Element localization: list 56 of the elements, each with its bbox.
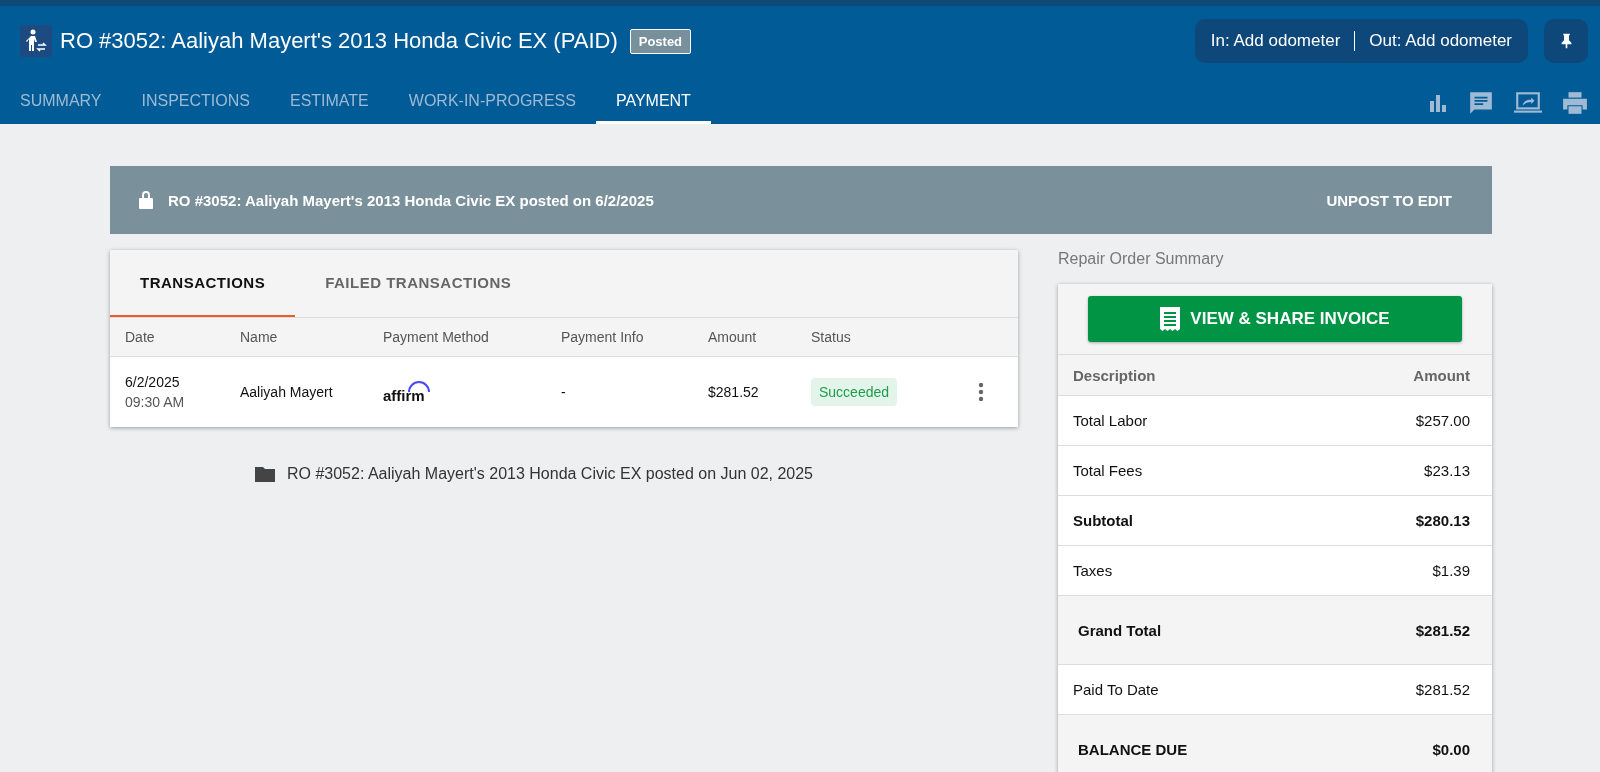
column-header: Amount xyxy=(708,329,758,345)
summary-label: Subtotal xyxy=(1073,512,1133,529)
chat-icon[interactable] xyxy=(1468,90,1494,116)
odometer-in-text: In: Add odometer xyxy=(1210,31,1341,51)
receipt-icon xyxy=(1160,307,1181,331)
person-walking-icon xyxy=(20,25,52,57)
summary-amount: $281.52 xyxy=(1415,681,1470,698)
repair-order-title: RO #3052: Aaliyah Mayert's 2013 Honda Civic EX (PAID) xyxy=(60,28,618,54)
summary-label: BALANCE DUE xyxy=(1078,740,1188,758)
summary-label: Total Fees xyxy=(1073,462,1143,479)
summary-amount: $0.00 xyxy=(1432,740,1470,758)
summary-title: Repair Order Summary xyxy=(1058,250,1225,268)
column-header: Payment Method xyxy=(383,329,490,345)
more-options-icon[interactable] xyxy=(978,382,984,402)
folder-icon xyxy=(254,466,275,482)
nav-tab[interactable]: WORK-IN-PROGRESS xyxy=(388,80,596,124)
posted-message: RO #3052: Aaliyah Mayert's 2013 Honda Civic EX posted on 6/2/2025 xyxy=(168,191,654,209)
nav-tab[interactable]: SUMMARY xyxy=(0,80,122,124)
unpost-button[interactable]: UNPOST TO EDIT xyxy=(1314,183,1464,217)
time-cell-text: 09:30 AM xyxy=(125,394,186,410)
odometer-button[interactable]: In: Add odometer Out: Add odometer xyxy=(1194,19,1528,63)
summary-label: Grand Total xyxy=(1078,621,1162,639)
column-header: Name xyxy=(240,329,279,345)
printer-icon[interactable] xyxy=(1562,91,1588,115)
nav-tab[interactable]: ESTIMATE xyxy=(269,80,389,124)
amount-cell-text: $281.52 xyxy=(708,384,760,400)
column-header: Status xyxy=(811,329,852,345)
summary-amount: $257.00 xyxy=(1415,412,1470,429)
view-share-invoice-button[interactable]: VIEW & SHARE INVOICE xyxy=(1088,296,1462,342)
summary-amount: $1.39 xyxy=(1432,562,1470,579)
transactions-tab[interactable]: FAILED TRANSACTIONS xyxy=(295,250,542,317)
bar-chart-icon[interactable] xyxy=(1428,93,1448,113)
pin-button[interactable] xyxy=(1544,19,1588,63)
status-badge: Succeeded xyxy=(811,378,898,406)
name-cell-text: Aaliyah Mayert xyxy=(240,384,334,400)
nav-tab[interactable]: PAYMENT xyxy=(595,80,711,124)
column-header: Payment Info xyxy=(561,329,645,345)
summary-amount: $281.52 xyxy=(1415,621,1470,639)
summary-label: Total Labor xyxy=(1073,412,1148,429)
summary-label: Taxes xyxy=(1073,562,1113,579)
column-header: Description xyxy=(1073,366,1156,384)
summary-amount: $23.13 xyxy=(1424,462,1470,479)
summary-amount: $280.13 xyxy=(1415,512,1470,529)
column-header: Date xyxy=(125,329,156,345)
laptop-share-icon[interactable] xyxy=(1514,91,1542,115)
posted-badge: Posted xyxy=(629,28,692,54)
summary-label: Paid To Date xyxy=(1073,681,1159,698)
payment-method-logo: affirm xyxy=(383,379,431,405)
lock-icon xyxy=(138,190,154,210)
odometer-out-text: Out: Add odometer xyxy=(1369,31,1512,51)
date-cell-text: 6/2/2025 xyxy=(125,374,181,390)
nav-tab[interactable]: INSPECTIONS xyxy=(121,80,270,124)
pin-icon xyxy=(1559,32,1573,50)
column-header: Amount xyxy=(1413,366,1470,384)
payment-info-cell-text: - xyxy=(561,384,567,400)
posted-note: RO #3052: Aaliyah Mayert's 2013 Honda Civic EX posted on Jun 02, 2025 xyxy=(286,465,813,483)
